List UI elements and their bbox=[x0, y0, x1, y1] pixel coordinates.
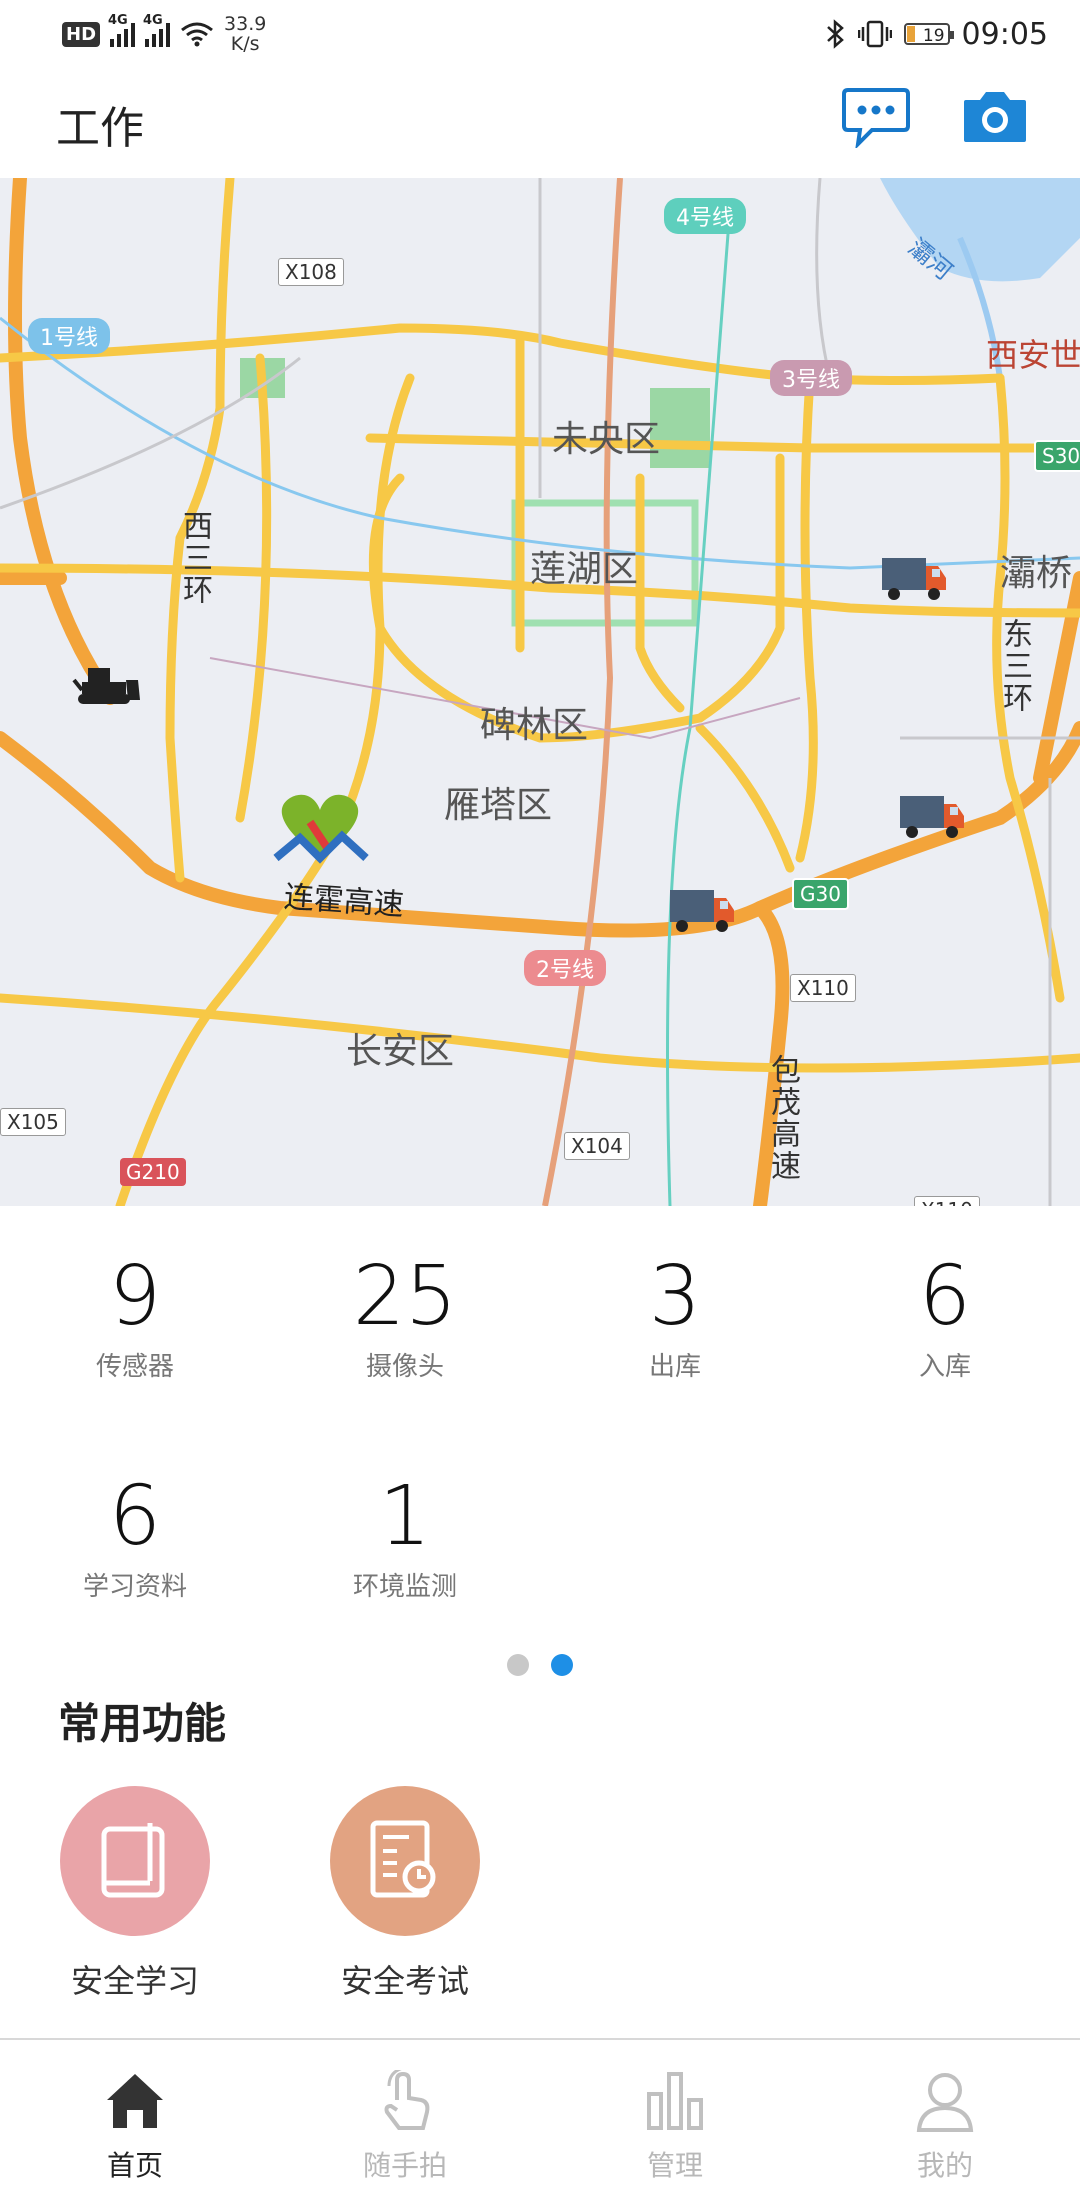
stat-inbound[interactable]: 6 入库 bbox=[845, 1252, 1045, 1383]
stat-value: 3 bbox=[648, 1249, 702, 1344]
stat-value: 25 bbox=[352, 1249, 458, 1344]
safety-learning-button[interactable]: 安全学习 bbox=[45, 1786, 225, 2002]
road-label: 西三环 bbox=[177, 510, 212, 606]
user-icon bbox=[916, 2073, 974, 2132]
safety-exam-button[interactable]: 安全考试 bbox=[315, 1786, 495, 2002]
stat-outbound[interactable]: 3 出库 bbox=[575, 1252, 775, 1383]
company-logo-icon[interactable] bbox=[270, 788, 370, 868]
district-label: 雁塔区 bbox=[444, 785, 553, 826]
speed-value: 33.9 bbox=[224, 13, 267, 35]
chat-bubble-icon[interactable] bbox=[842, 86, 910, 148]
stat-value: 9 bbox=[108, 1249, 162, 1344]
status-bar: HD 4G 4G 33.9 K/s 19 09:05 bbox=[0, 0, 1080, 66]
highway-tag: G30 bbox=[792, 878, 849, 910]
camera-icon[interactable] bbox=[962, 88, 1028, 144]
bar-chart-icon bbox=[647, 2072, 703, 2130]
nav-item-manage[interactable]: 管理 bbox=[575, 2070, 775, 2184]
signal-icon: 4G bbox=[143, 13, 171, 47]
safety-learning-circle bbox=[60, 1786, 210, 1936]
bluetooth-icon bbox=[826, 19, 844, 49]
page-title: 工作 bbox=[56, 103, 144, 154]
road-label: 包茂高速 bbox=[765, 1054, 800, 1182]
nav-label: 我的 bbox=[916, 2149, 973, 2182]
map-roads bbox=[0, 178, 1080, 1206]
stat-label: 传感器 bbox=[95, 1352, 174, 1382]
stat-value: 6 bbox=[108, 1469, 162, 1564]
battery-level: 19 bbox=[922, 26, 945, 46]
nav-item-home[interactable]: 首页 bbox=[35, 2070, 235, 2184]
network-label: 4G bbox=[143, 13, 163, 28]
highway-tag: G210 bbox=[120, 1158, 186, 1186]
vibrate-icon bbox=[857, 20, 892, 48]
function-label: 安全考试 bbox=[340, 1962, 469, 2000]
stat-value: 1 bbox=[378, 1469, 432, 1564]
road-tag: X108 bbox=[278, 258, 344, 286]
truck-icon[interactable] bbox=[880, 552, 948, 602]
page-dot-active[interactable] bbox=[551, 1654, 573, 1676]
stat-value: 6 bbox=[918, 1249, 972, 1344]
metro-tag: 4号线 bbox=[664, 198, 746, 234]
nav-label: 随手拍 bbox=[362, 2149, 447, 2182]
metro-tag: 2号线 bbox=[524, 950, 606, 986]
stat-label: 摄像头 bbox=[365, 1352, 444, 1382]
exam-paper-icon bbox=[370, 1820, 436, 1898]
nav-item-mine[interactable]: 我的 bbox=[845, 2070, 1045, 2184]
road-tag: X110 bbox=[790, 974, 856, 1002]
hd-badge: HD bbox=[62, 21, 101, 47]
road-tag: X105 bbox=[0, 1108, 66, 1136]
battery-icon: 19 bbox=[903, 23, 954, 46]
district-label: 长安区 bbox=[346, 1031, 455, 1072]
section-title: 常用功能 bbox=[58, 1699, 227, 1748]
stat-label: 出库 bbox=[648, 1352, 701, 1382]
safety-exam-circle bbox=[330, 1786, 480, 1936]
book-icon bbox=[101, 1823, 165, 1898]
highway-tag: S30 bbox=[1034, 440, 1080, 472]
metro-tag: 1号线 bbox=[28, 318, 110, 354]
metro-tag: 3号线 bbox=[770, 360, 852, 396]
poi-label: 西安世 bbox=[986, 336, 1080, 374]
app-bar: 工作 bbox=[0, 66, 1080, 178]
road-label: 连霍高速 bbox=[282, 879, 405, 924]
nav-item-snapshot[interactable]: 随手拍 bbox=[305, 2066, 505, 2184]
stat-environment-monitoring[interactable]: 1 环境监测 bbox=[305, 1472, 505, 1603]
function-label: 安全学习 bbox=[70, 1962, 199, 2000]
truck-icon[interactable] bbox=[898, 790, 966, 840]
stat-label: 学习资料 bbox=[82, 1572, 187, 1602]
nav-label: 首页 bbox=[106, 2149, 163, 2182]
road-tag: X110 bbox=[914, 1196, 980, 1206]
district-label: 未央区 bbox=[552, 419, 661, 460]
stat-sensors[interactable]: 9 传感器 bbox=[35, 1252, 235, 1383]
status-left: HD 4G 4G 33.9 K/s bbox=[62, 13, 266, 54]
stat-label: 入库 bbox=[918, 1352, 971, 1382]
page-indicator bbox=[0, 1654, 1080, 1676]
signal-icon: 4G bbox=[108, 13, 136, 47]
district-label: 碑林区 bbox=[480, 705, 589, 746]
page-dot[interactable] bbox=[507, 1654, 529, 1676]
status-right: 19 09:05 bbox=[824, 14, 1048, 54]
stat-cameras[interactable]: 25 摄像头 bbox=[305, 1252, 505, 1383]
stat-study-materials[interactable]: 6 学习资料 bbox=[35, 1472, 235, 1603]
network-label: 4G bbox=[108, 13, 128, 28]
road-label: 东三环 bbox=[997, 618, 1032, 714]
road-tag: X104 bbox=[564, 1132, 630, 1160]
district-label: 灞桥 bbox=[1000, 553, 1073, 594]
network-speed: 33.9 K/s bbox=[224, 14, 266, 54]
wifi-icon bbox=[181, 22, 213, 47]
district-label: 莲湖区 bbox=[530, 549, 639, 590]
map-view[interactable]: 未央区 莲湖区 碑林区 雁塔区 长安区 灞桥 西安世 灞河 西三环 东三环 包茂… bbox=[0, 178, 1080, 1206]
clock: 09:05 bbox=[961, 16, 1048, 52]
stat-label: 环境监测 bbox=[352, 1572, 457, 1602]
home-icon bbox=[107, 2074, 163, 2128]
speed-unit: K/s bbox=[230, 33, 260, 55]
bulldozer-icon[interactable] bbox=[72, 662, 142, 708]
bottom-navigation: 首页 随手拍 管理 我的 bbox=[0, 2038, 1080, 2206]
touch-hand-icon bbox=[384, 2066, 430, 2130]
nav-label: 管理 bbox=[646, 2149, 703, 2182]
truck-icon[interactable] bbox=[668, 884, 736, 934]
